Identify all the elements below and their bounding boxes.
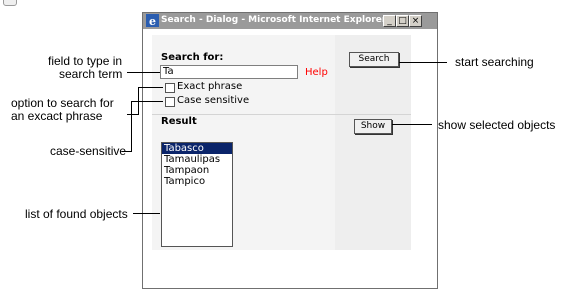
annotation-option-line1: option to search for <box>11 96 114 110</box>
search-button[interactable]: Search <box>349 52 399 67</box>
leader-line <box>131 101 163 102</box>
annotation-option-line2: an excact phrase <box>11 109 103 123</box>
annotation-list: list of found objects <box>25 207 128 221</box>
annotation-show: show selected objects <box>438 118 556 132</box>
search-label: Search for: <box>161 52 224 63</box>
annotation-case: case-sensitive <box>50 144 127 158</box>
list-item[interactable]: Tabasco <box>162 143 232 154</box>
exact-phrase-label: Exact phrase <box>177 81 243 92</box>
show-button[interactable]: Show <box>354 119 392 134</box>
minimize-button[interactable]: _ <box>383 15 396 27</box>
list-item[interactable]: Tampico <box>162 176 232 187</box>
leader-line <box>127 114 139 115</box>
dialog-window: e Search - Dialog - Microsoft Internet E… <box>142 12 438 289</box>
leader-line <box>399 62 447 63</box>
close-button[interactable]: × <box>409 15 422 27</box>
search-input[interactable]: Ta <box>160 65 298 79</box>
list-item[interactable]: Tampaon <box>162 165 232 176</box>
title-bar: e Search - Dialog - Microsoft Internet E… <box>143 13 437 29</box>
section-divider <box>152 114 411 115</box>
maximize-button[interactable]: □ <box>396 15 409 27</box>
button-column <box>335 35 411 250</box>
case-sensitive-label: Case sensitive <box>177 95 250 106</box>
leader-line <box>122 151 132 152</box>
svg-text:e: e <box>149 15 156 27</box>
annotation-field-line1: field to type in <box>48 54 123 68</box>
leader-line <box>131 101 132 152</box>
result-list[interactable]: Tabasco Tamaulipas Tampaon Tampico <box>161 142 233 247</box>
annotation-field-line2: search term <box>59 67 123 81</box>
list-item[interactable]: Tamaulipas <box>162 154 232 165</box>
annotation-start: start searching <box>455 55 534 69</box>
leader-line <box>138 87 163 88</box>
leader-line <box>392 124 432 125</box>
leader-line <box>127 72 160 73</box>
leader-line <box>133 213 160 214</box>
ie-icon: e <box>146 14 159 27</box>
help-link[interactable]: Help <box>305 67 328 78</box>
case-sensitive-checkbox[interactable] <box>165 97 175 107</box>
corner-icon <box>3 0 17 6</box>
result-label: Result <box>161 116 197 127</box>
exact-phrase-checkbox[interactable] <box>165 83 175 93</box>
window-title: Search - Dialog - Microsoft Internet Exp… <box>161 15 387 25</box>
